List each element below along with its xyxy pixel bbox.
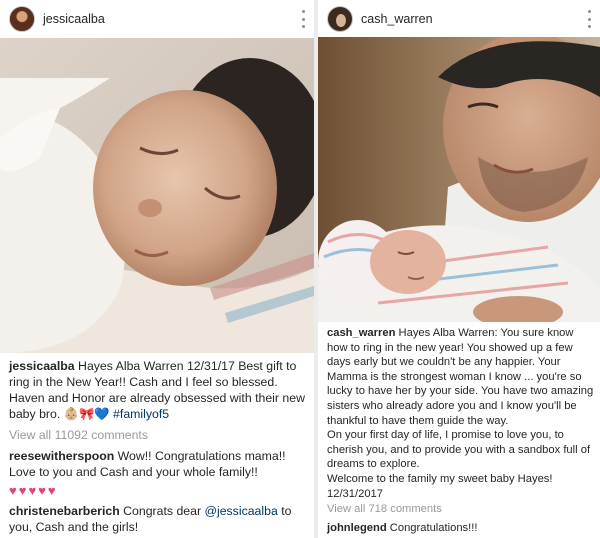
caption-username[interactable]: cash_warren: [327, 327, 395, 339]
comment: reesewitherspoon Wow!! Congratulations m…: [9, 448, 307, 480]
comment: johnlegend Congratulations!!!: [327, 520, 595, 536]
more-vertical-icon[interactable]: [300, 10, 306, 28]
view-all-comments-link[interactable]: View all 11092 comments: [9, 428, 148, 442]
post-caption: jessicaalba Hayes Alba Warren 12/31/17 B…: [9, 358, 307, 422]
comment-username[interactable]: christenebarberich: [9, 504, 120, 518]
mention-link[interactable]: @jessicaalba: [204, 504, 277, 518]
avatar[interactable]: [9, 6, 35, 32]
post-jessicaalba: jessicaalba jessicaalba Hayes Alba Warre…: [0, 0, 314, 538]
hashtag-link[interactable]: #familyof5: [110, 407, 169, 421]
caption-paragraph: On your first day of life, I promise to …: [327, 429, 591, 471]
view-all-comments-link[interactable]: View all 718 comments: [327, 503, 442, 515]
father-baby-photo: [318, 37, 600, 322]
caption-text: Hayes Alba Warren: You sure know how to …: [327, 327, 594, 427]
post-username[interactable]: cash_warren: [361, 12, 433, 26]
post-header: jessicaalba: [0, 0, 314, 38]
caption-username[interactable]: jessicaalba: [9, 359, 75, 373]
post-photo[interactable]: [318, 37, 600, 322]
baby-photo: [0, 38, 314, 353]
comment-username[interactable]: johnlegend: [327, 522, 387, 534]
caption-emoji: 👶🏼🎀💙: [63, 407, 110, 421]
comment-username[interactable]: reesewitherspoon: [9, 449, 114, 463]
caption-date: 12/31/2017: [327, 487, 383, 500]
comment-text: Congratulations!!!: [386, 522, 478, 534]
post-username[interactable]: jessicaalba: [43, 12, 105, 26]
caption-paragraph: Welcome to the family my sweet baby Haye…: [327, 472, 553, 485]
hearts-emoji: ♥♥♥♥♥: [9, 483, 58, 498]
post-cash-warren: cash_warren cash_warren Hayes Alba Warre…: [318, 0, 600, 538]
post-header: cash_warren: [318, 0, 600, 38]
avatar[interactable]: [327, 6, 353, 32]
comment: christenebarberich Congrats dear @jessic…: [9, 503, 307, 535]
post-photo[interactable]: [0, 38, 314, 353]
post-caption: cash_warren Hayes Alba Warren: You sure …: [327, 326, 595, 501]
more-vertical-icon[interactable]: [586, 10, 592, 28]
comment-text: Congrats dear: [119, 504, 205, 518]
